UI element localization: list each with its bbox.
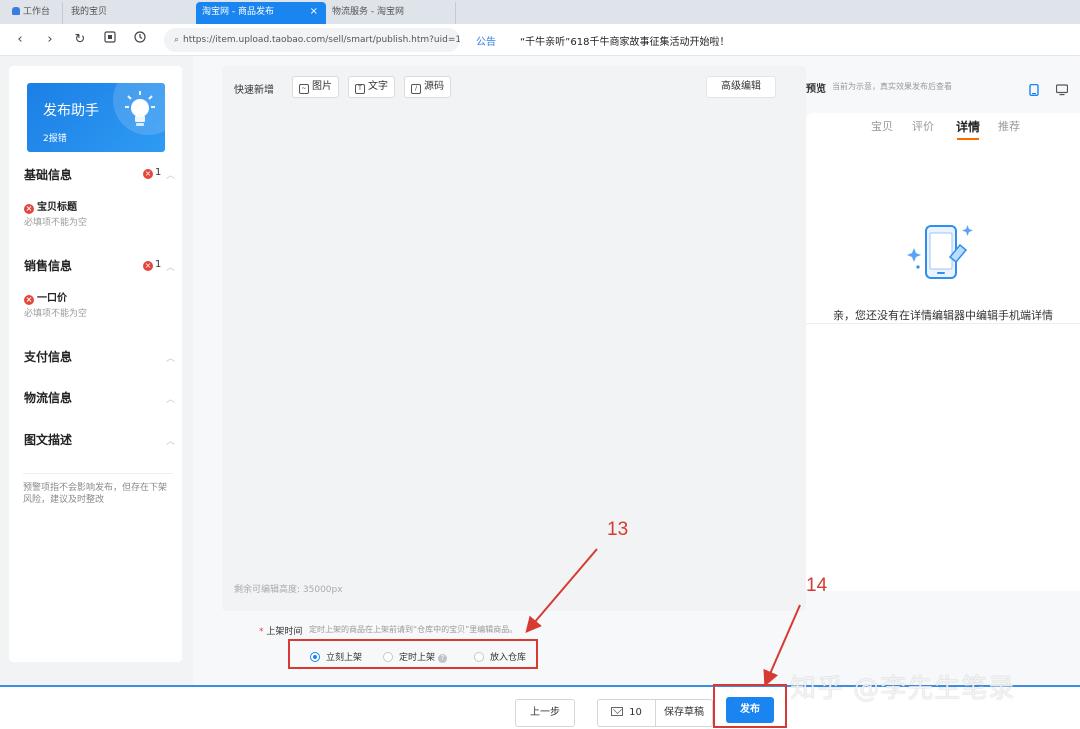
detail-editor[interactable]: 快速新增 ~ 图片 T 文字 / 源码 高级编辑 剩余可编辑高度: 35000px — [222, 66, 806, 611]
listing-time-note: 定时上架的商品在上架前请到“仓库中的宝贝”里编辑商品。 — [309, 625, 518, 634]
chevron-up-icon[interactable]: ︿ — [166, 168, 175, 181]
code-icon: / — [411, 84, 421, 94]
watermark: 知乎 @李先生笔录 — [790, 674, 1016, 704]
assistant-card[interactable]: 发布助手 2报错 — [27, 83, 165, 152]
tab-item-publish[interactable]: 淘宝网 - 商品发布 × — [196, 2, 326, 24]
listing-time-label: * 上架时间 — [259, 627, 303, 637]
forward-icon[interactable]: › — [40, 30, 60, 50]
preview-tab-recommend[interactable]: 推荐 — [998, 118, 1020, 134]
error-hint: 必填项不能为空 — [24, 218, 88, 228]
help-icon[interactable]: ? — [438, 654, 448, 663]
preview-title: 预览 — [806, 84, 826, 95]
divider — [806, 323, 1080, 324]
screenshot-icon[interactable] — [100, 30, 120, 50]
annotation-14: 14 — [806, 575, 828, 596]
section-payment-info[interactable]: 支付信息 — [24, 348, 72, 365]
radio-list-now[interactable]: 立刻上架 — [310, 650, 362, 663]
error-badge-basic: × 1 — [143, 167, 162, 179]
notice-label[interactable]: 公告 — [476, 33, 496, 48]
preview-note: 当前为示意，真实效果发布后查看 — [832, 82, 952, 91]
previous-step-button[interactable]: 上一步 — [515, 699, 575, 727]
radio-icon — [474, 652, 484, 662]
mobile-preview: 宝贝 评价 详情 推荐 亲，您还没有在详情编辑器中编辑手机端详情 — [806, 113, 1080, 591]
error-item-price[interactable]: × 一口价 — [24, 289, 67, 305]
error-icon: × — [24, 204, 34, 214]
preview-tab-reviews[interactable]: 评价 — [912, 118, 934, 134]
tab-logistics[interactable]: 物流服务 - 淘宝网 — [326, 2, 456, 24]
radio-selected-icon — [310, 652, 320, 662]
reload-icon[interactable]: ↻ — [70, 30, 90, 50]
error-icon: × — [24, 295, 34, 305]
publish-assistant-sidebar: 发布助手 2报错 基础信息 × 1 ︿ × 宝贝标题 必填项不能为空 销售信息 × 1… — [9, 66, 182, 662]
mobile-icon[interactable] — [1028, 83, 1040, 97]
remaining-height: 剩余可编辑高度: 35000px — [234, 585, 343, 595]
mail-icon — [611, 707, 624, 716]
quick-add-label: 快速新增 — [234, 85, 274, 96]
add-source-button[interactable]: / 源码 — [404, 76, 451, 98]
section-description[interactable]: 图文描述 — [24, 431, 72, 448]
publish-highlight: 发布 — [713, 684, 787, 728]
listing-time-options: 立刻上架 定时上架? 放入仓库 — [288, 639, 538, 669]
browser-tab-bar: 工作台 我的宝贝 淘宝网 - 商品发布 × 物流服务 - 淘宝网 — [0, 0, 1080, 24]
image-icon: ~ — [299, 84, 309, 94]
annotation-13: 13 — [607, 519, 629, 540]
tab-workbench[interactable]: 工作台 — [6, 2, 62, 24]
address-bar[interactable]: ⌕ https://item.upload.taobao.com/sell/sma… — [164, 28, 460, 52]
publish-button[interactable]: 发布 — [726, 697, 774, 723]
tab-my-items[interactable]: 我的宝贝 — [62, 2, 192, 24]
save-draft-button[interactable]: 保存草稿 — [655, 699, 713, 727]
error-item-title[interactable]: × 宝贝标题 — [24, 198, 77, 214]
radio-icon — [383, 652, 393, 662]
chevron-up-icon[interactable]: ︿ — [166, 392, 175, 405]
search-icon: ⌕ — [174, 35, 180, 45]
chevron-up-icon[interactable]: ︿ — [166, 351, 175, 364]
active-tab-underline — [957, 138, 979, 140]
bulb-icon — [125, 91, 155, 126]
empty-detail-text: 亲，您还没有在详情编辑器中编辑手机端详情 — [833, 309, 1053, 322]
assistant-error-count: 2报错 — [43, 134, 67, 144]
error-badge-sales: × 1 — [143, 259, 162, 271]
close-tab-icon[interactable]: × — [310, 2, 318, 22]
notice-text[interactable]: “千牛亲听”618千牛商家故事征集活动开始啦！ — [520, 33, 729, 48]
error-icon: × — [143, 261, 153, 271]
desktop-icon[interactable] — [1055, 84, 1069, 96]
warning-note: 预警项指不会影响发布，但存在下架风险，建议及时整改 — [23, 473, 173, 506]
history-icon[interactable] — [130, 30, 150, 50]
preview-tab-detail[interactable]: 详情 — [956, 118, 980, 135]
section-logistics-info[interactable]: 物流信息 — [24, 389, 72, 406]
error-hint: 必填项不能为空 — [24, 309, 88, 319]
empty-phone-icon — [907, 225, 973, 279]
assistant-title: 发布助手 — [43, 103, 99, 119]
chevron-up-icon[interactable]: ︿ — [166, 434, 175, 447]
radio-scheduled[interactable]: 定时上架? — [383, 650, 448, 663]
text-icon: T — [355, 84, 365, 94]
chevron-up-icon[interactable]: ︿ — [166, 260, 175, 273]
error-icon: × — [143, 169, 153, 179]
advanced-edit-button[interactable]: 高级编辑 — [706, 76, 776, 98]
home-icon — [12, 7, 20, 15]
add-text-button[interactable]: T 文字 — [348, 76, 395, 98]
drafts-button[interactable]: 10 — [597, 699, 655, 727]
browser-nav-bar: ‹ › ↻ ⌕ https://item.upload.taobao.com/se… — [0, 24, 1080, 56]
radio-warehouse[interactable]: 放入仓库 — [474, 650, 526, 663]
back-icon[interactable]: ‹ — [10, 30, 30, 50]
section-basic-info[interactable]: 基础信息 — [24, 166, 72, 183]
add-image-button[interactable]: ~ 图片 — [292, 76, 339, 98]
section-sales-info[interactable]: 销售信息 — [24, 257, 72, 274]
preview-tab-item[interactable]: 宝贝 — [871, 118, 893, 134]
